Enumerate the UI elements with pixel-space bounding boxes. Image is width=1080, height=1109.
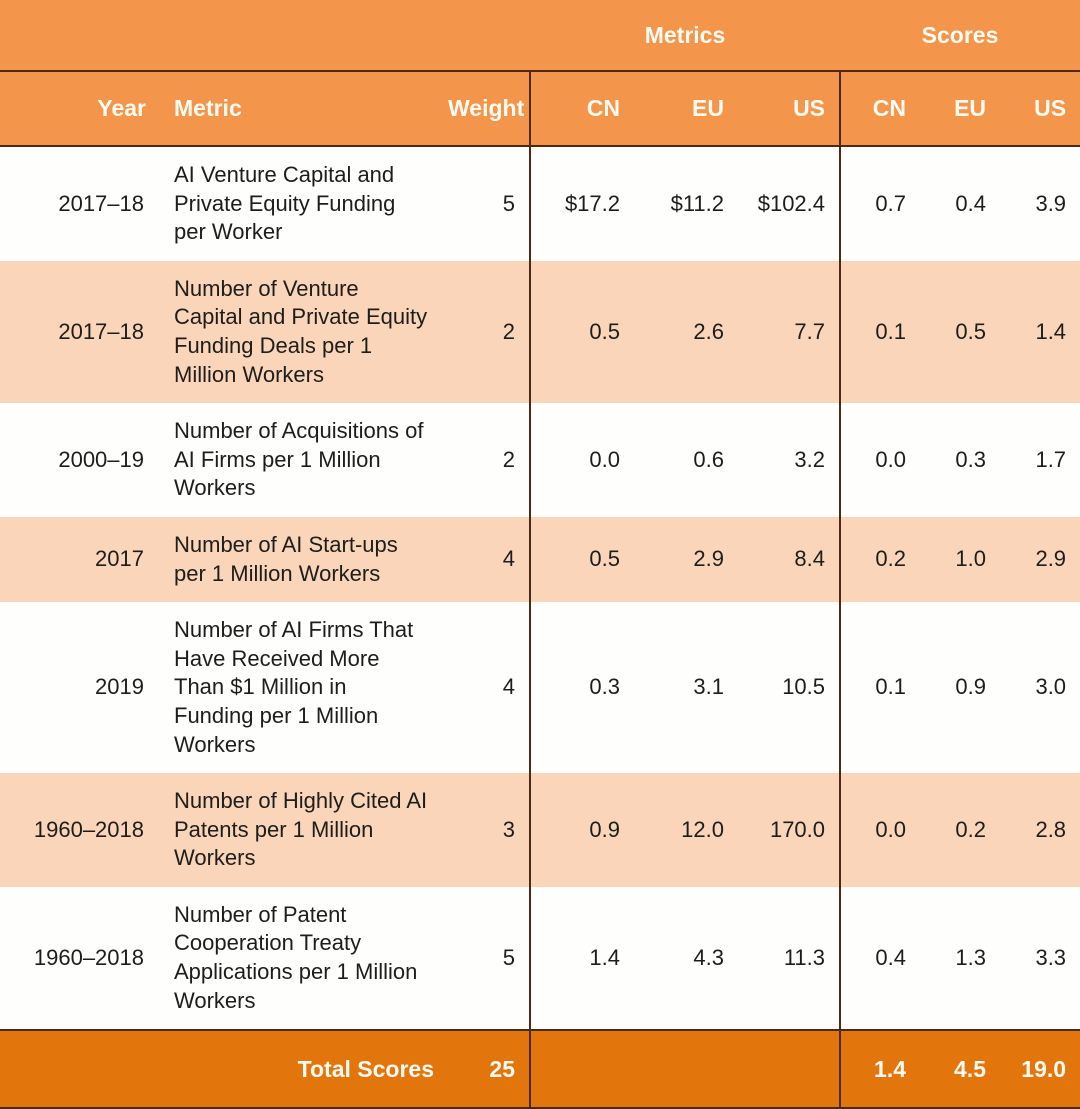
cell-metric: Number of Highly Cited AI Patents per 1 … xyxy=(160,773,448,887)
cell-weight: 4 xyxy=(448,516,530,603)
cell-scores-eu: 0.9 xyxy=(920,602,1001,774)
cell-scores-eu: 0.2 xyxy=(920,773,1001,887)
cell-year: 1960–2018 xyxy=(0,886,160,1031)
cell-scores-us: 2.8 xyxy=(1000,773,1080,887)
column-header-scores-us: US xyxy=(1000,70,1080,147)
cell-scores-us: 3.3 xyxy=(1000,886,1080,1031)
table-row: 2019 Number of AI Firms That Have Receiv… xyxy=(0,602,1080,774)
cell-metrics-eu: $11.2 xyxy=(634,146,738,261)
cell-metrics-eu: 12.0 xyxy=(634,773,738,887)
cell-metrics-cn: 0.0 xyxy=(529,403,634,517)
cell-scores-cn: 0.7 xyxy=(839,146,921,261)
cell-metric: Number of Venture Capital and Private Eq… xyxy=(160,260,448,404)
column-header-weight: Weight xyxy=(448,70,530,147)
cell-scores-us: 2.9 xyxy=(1000,516,1080,603)
table-row: 2017–18 Number of Venture Capital and Pr… xyxy=(0,260,1080,404)
cell-scores-eu: 0.5 xyxy=(920,260,1001,404)
metrics-table-container: Metrics Scores Year Metric Weight CN EU … xyxy=(0,0,1080,1109)
totals-scores-eu: 4.5 xyxy=(920,1029,1001,1109)
cell-weight: 5 xyxy=(448,146,530,261)
column-header-row: Year Metric Weight CN EU US CN EU US xyxy=(0,70,1080,147)
cell-weight: 2 xyxy=(448,403,530,517)
cell-scores-us: 1.7 xyxy=(1000,403,1080,517)
cell-scores-cn: 0.0 xyxy=(839,773,921,887)
table-row: 1960–2018 Number of Patent Cooperation T… xyxy=(0,886,1080,1031)
cell-scores-us: 1.4 xyxy=(1000,260,1080,404)
cell-scores-cn: 0.1 xyxy=(839,260,921,404)
cell-year: 2017–18 xyxy=(0,146,160,261)
column-header-year: Year xyxy=(0,70,160,147)
cell-weight: 5 xyxy=(448,886,530,1031)
group-header-spacer xyxy=(0,0,530,71)
cell-metrics-cn: 0.3 xyxy=(529,602,634,774)
totals-scores-us: 19.0 xyxy=(1000,1029,1080,1109)
table-row: 2000–19 Number of Acquisitions of AI Fir… xyxy=(0,403,1080,517)
table-footer: Total Scores 25 1.4 4.5 19.0 xyxy=(0,1029,1080,1109)
cell-metrics-us: 10.5 xyxy=(738,602,841,774)
cell-metrics-us: 3.2 xyxy=(738,403,841,517)
cell-year: 2019 xyxy=(0,602,160,774)
cell-metrics-cn: $17.2 xyxy=(529,146,634,261)
column-header-metrics-us: US xyxy=(738,70,841,147)
cell-weight: 2 xyxy=(448,260,530,404)
totals-label: Total Scores xyxy=(0,1029,448,1109)
cell-metrics-us: 8.4 xyxy=(738,516,841,603)
cell-metrics-eu: 2.9 xyxy=(634,516,738,603)
cell-scores-eu: 0.3 xyxy=(920,403,1001,517)
cell-metric: Number of Patent Cooperation Treaty Appl… xyxy=(160,886,448,1031)
column-header-scores-eu: EU xyxy=(920,70,1001,147)
cell-metrics-eu: 2.6 xyxy=(634,260,738,404)
cell-scores-eu: 0.4 xyxy=(920,146,1001,261)
table-row: 1960–2018 Number of Highly Cited AI Pate… xyxy=(0,773,1080,887)
cell-year: 2017 xyxy=(0,516,160,603)
cell-weight: 4 xyxy=(448,602,530,774)
totals-metrics-cn xyxy=(529,1029,634,1109)
cell-metrics-us: 7.7 xyxy=(738,260,841,404)
cell-scores-eu: 1.3 xyxy=(920,886,1001,1031)
totals-weight: 25 xyxy=(448,1029,530,1109)
table-body: 2017–18 AI Venture Capital and Private E… xyxy=(0,146,1080,1031)
group-header-row: Metrics Scores xyxy=(0,0,1080,71)
table-header: Metrics Scores Year Metric Weight CN EU … xyxy=(0,0,1080,147)
table-row: 2017–18 AI Venture Capital and Private E… xyxy=(0,146,1080,261)
cell-metrics-cn: 0.9 xyxy=(529,773,634,887)
column-header-scores-cn: CN xyxy=(839,70,921,147)
cell-scores-cn: 0.1 xyxy=(839,602,921,774)
cell-metric: Number of AI Start-ups per 1 Million Wor… xyxy=(160,516,448,603)
column-header-metric: Metric xyxy=(160,70,448,147)
cell-scores-cn: 0.4 xyxy=(839,886,921,1031)
cell-scores-us: 3.9 xyxy=(1000,146,1080,261)
cell-metrics-eu: 3.1 xyxy=(634,602,738,774)
cell-metrics-eu: 0.6 xyxy=(634,403,738,517)
cell-scores-eu: 1.0 xyxy=(920,516,1001,603)
table-row: 2017 Number of AI Start-ups per 1 Millio… xyxy=(0,516,1080,603)
cell-metrics-cn: 1.4 xyxy=(529,886,634,1031)
cell-weight: 3 xyxy=(448,773,530,887)
ai-metrics-scores-table: Metrics Scores Year Metric Weight CN EU … xyxy=(0,0,1080,1109)
totals-metrics-eu xyxy=(634,1029,738,1109)
cell-year: 2000–19 xyxy=(0,403,160,517)
column-header-metrics-eu: EU xyxy=(634,70,738,147)
cell-metrics-cn: 0.5 xyxy=(529,516,634,603)
cell-metric: Number of Acquisitions of AI Firms per 1… xyxy=(160,403,448,517)
cell-year: 1960–2018 xyxy=(0,773,160,887)
totals-scores-cn: 1.4 xyxy=(839,1029,921,1109)
cell-metrics-us: $102.4 xyxy=(738,146,841,261)
column-header-metrics-cn: CN xyxy=(529,70,634,147)
cell-metrics-cn: 0.5 xyxy=(529,260,634,404)
cell-scores-cn: 0.2 xyxy=(839,516,921,603)
group-header-metrics: Metrics xyxy=(530,0,841,71)
totals-metrics-us xyxy=(738,1029,841,1109)
cell-year: 2017–18 xyxy=(0,260,160,404)
totals-row: Total Scores 25 1.4 4.5 19.0 xyxy=(0,1029,1080,1109)
cell-metrics-us: 170.0 xyxy=(738,773,841,887)
cell-metrics-us: 11.3 xyxy=(738,886,841,1031)
group-header-scores: Scores xyxy=(840,0,1080,71)
cell-scores-us: 3.0 xyxy=(1000,602,1080,774)
cell-scores-cn: 0.0 xyxy=(839,403,921,517)
cell-metric: AI Venture Capital and Private Equity Fu… xyxy=(160,146,448,261)
cell-metrics-eu: 4.3 xyxy=(634,886,738,1031)
cell-metric: Number of AI Firms That Have Received Mo… xyxy=(160,602,448,774)
